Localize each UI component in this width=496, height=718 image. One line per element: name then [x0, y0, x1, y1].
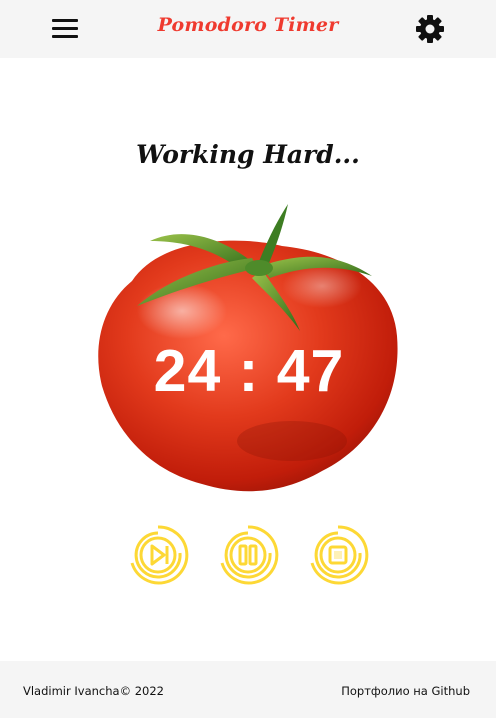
header-bar: Pomodoro Timer — [0, 0, 496, 58]
gear-icon[interactable] — [414, 13, 446, 45]
pause-icon — [220, 525, 279, 585]
status-text: Working Hard... — [136, 140, 360, 169]
copyright-text: Vladimir Ivancha© 2022 — [23, 684, 164, 698]
timer-controls — [0, 523, 496, 587]
play-skip-icon — [130, 525, 189, 585]
timer-display: 24 : 47 — [153, 338, 345, 404]
pause-button[interactable] — [216, 523, 280, 587]
app-root: Pomodoro Timer Working Hard... 24: 47 V… — [0, 0, 496, 718]
portfolio-link[interactable]: Портфолио на Github — [341, 684, 470, 698]
start-button[interactable] — [126, 523, 190, 587]
footer-bar: Vladimir Ivancha© 2022 Портфолио на Gith… — [0, 661, 496, 718]
stop-button[interactable] — [306, 523, 370, 587]
stop-icon — [310, 525, 369, 585]
